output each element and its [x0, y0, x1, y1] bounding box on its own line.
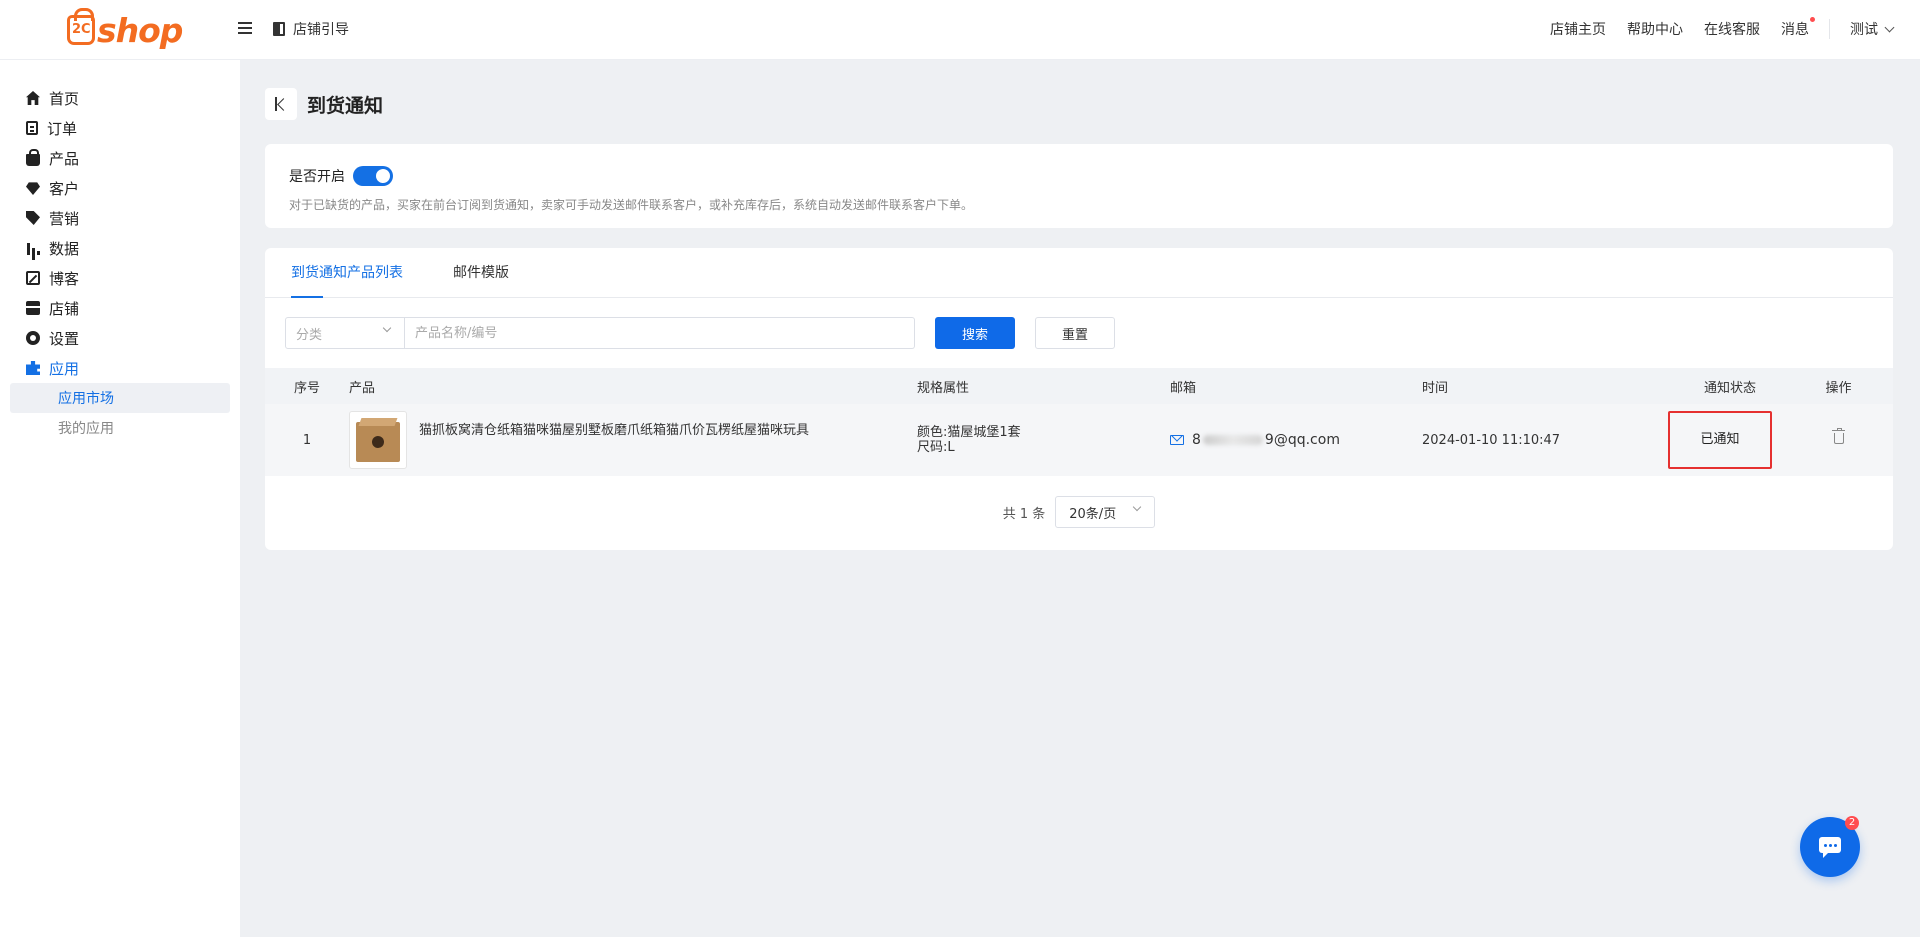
column-header: 通知状态 [1703, 380, 1756, 396]
reset-button[interactable]: 重置 [1035, 317, 1115, 349]
page-size-select[interactable]: 20条/页 [1055, 496, 1156, 528]
sidebar: 首页 订单 产品 客户 营销 数据 博客 店铺 设置 应用 应用市场 我的应用 [0, 60, 240, 937]
online-service-link[interactable]: 在线客服 [1704, 19, 1760, 39]
top-right-nav: 店铺主页 帮助中心 在线客服 消息 测试 [1529, 17, 1895, 39]
category-select[interactable]: 分类 [285, 317, 405, 349]
search-button[interactable]: 搜索 [935, 317, 1015, 349]
store-icon [26, 301, 40, 315]
sidebar-item-blog[interactable]: 博客 [0, 263, 240, 293]
logo-text: shop [97, 10, 183, 50]
logo-bag-icon: 2C [67, 8, 95, 45]
sidebar-item-settings[interactable]: 设置 [0, 323, 240, 353]
action-cell [1786, 427, 1891, 448]
chevron-down-icon [1133, 502, 1142, 512]
sidebar-subitem-my-apps[interactable]: 我的应用 [10, 413, 230, 443]
order-icon [26, 121, 38, 135]
store-home-link[interactable]: 店铺主页 [1550, 19, 1606, 39]
sidebar-item-home[interactable]: 首页 [0, 83, 240, 113]
help-center-link[interactable]: 帮助中心 [1627, 19, 1683, 39]
sidebar-item-marketing[interactable]: 营销 [0, 203, 240, 233]
enable-toggle[interactable] [353, 166, 393, 186]
email-cell: 8 9@qq.com [1170, 432, 1422, 448]
settings-card: 是否开启 对于已缺货的产品，买家在前台订阅到货通知，卖家可手动发送邮件联系客户，… [265, 144, 1893, 228]
tab-product-list[interactable]: 到货通知产品列表 [291, 248, 403, 298]
column-header: 产品 [349, 380, 376, 396]
total-count: 共 1 条 [1002, 506, 1046, 522]
notify-table: 序号 产品 规格属性 邮箱 时间 通知状态 操作 1 猫抓板窝清仓纸箱猫咪猫屋别… [265, 368, 1893, 476]
tag-icon [26, 211, 40, 225]
messages-link[interactable]: 消息 [1781, 17, 1815, 39]
email-suffix: 9@qq.com [1264, 432, 1340, 448]
status-cell: 已通知 [1668, 411, 1786, 469]
tab-bar: 到货通知产品列表 邮件模版 [265, 248, 1893, 298]
spec-cell: 颜色:猫屋城堡1套 尺码:L [917, 425, 1170, 455]
sidebar-item-orders[interactable]: 订单 [0, 113, 240, 143]
user-name: 测试 [1850, 22, 1878, 38]
sidebar-subitem-app-market[interactable]: 应用市场 [10, 383, 230, 413]
column-header: 时间 [1422, 380, 1449, 396]
sidebar-item-customers[interactable]: 客户 [0, 173, 240, 203]
pagination: 共 1 条 20条/页 [265, 496, 1893, 528]
edit-icon [26, 271, 40, 285]
top-bar: 2C shop 店铺引导 店铺主页 帮助中心 在线客服 消息 测试 [0, 0, 1920, 60]
chevron-down-icon [382, 323, 392, 333]
row-number: 1 [302, 432, 312, 448]
spec-size: 尺码:L [917, 440, 955, 455]
menu-toggle-icon[interactable] [238, 21, 254, 35]
mail-icon [1170, 435, 1184, 445]
table-row: 1 猫抓板窝清仓纸箱猫咪猫屋别墅板磨爪纸箱猫爪价瓦楞纸屋猫咪玩具 颜色:猫屋城堡… [265, 404, 1893, 476]
divider [1829, 19, 1830, 39]
unread-badge: 2 [1845, 816, 1859, 830]
product-cell: 猫抓板窝清仓纸箱猫咪猫屋别墅板磨爪纸箱猫爪价瓦楞纸屋猫咪玩具 [349, 411, 917, 469]
redacted-blur [1202, 435, 1263, 445]
list-card: 到货通知产品列表 邮件模版 分类 搜索 重置 序号 产品 规格属性 邮箱 时间 … [265, 248, 1893, 550]
book-icon [273, 22, 285, 36]
chevron-down-icon [1884, 22, 1895, 32]
logo[interactable]: 2C shop [67, 8, 183, 50]
column-header: 操作 [1825, 380, 1852, 396]
chat-button[interactable]: 2 [1800, 816, 1860, 877]
sidebar-item-products[interactable]: 产品 [0, 143, 240, 173]
page-header: 到货通知 [265, 88, 383, 120]
email-prefix: 8 [1192, 432, 1201, 448]
filter-bar: 分类 搜索 重置 [285, 317, 1115, 349]
home-icon [26, 91, 40, 105]
puzzle-icon [26, 361, 40, 375]
time-cell: 2024-01-10 11:10:47 [1422, 432, 1561, 448]
sidebar-item-store[interactable]: 店铺 [0, 293, 240, 323]
column-header: 邮箱 [1170, 380, 1197, 396]
bag-icon [26, 149, 40, 166]
store-guide-link[interactable]: 店铺引导 [273, 19, 349, 39]
description-text: 对于已缺货的产品，买家在前台订阅到货通知，卖家可手动发送邮件联系客户，或补充库存… [289, 198, 974, 212]
product-thumbnail[interactable] [349, 411, 407, 469]
tab-email-template[interactable]: 邮件模版 [453, 248, 509, 297]
user-menu[interactable]: 测试 [1850, 19, 1895, 39]
chat-icon [1819, 837, 1841, 858]
sidebar-item-data[interactable]: 数据 [0, 233, 240, 263]
unread-dot [1810, 17, 1815, 22]
back-icon[interactable] [265, 88, 297, 120]
column-header: 序号 [293, 380, 320, 396]
gem-icon [26, 182, 40, 195]
switch-label: 是否开启 [289, 169, 345, 185]
gear-icon [26, 331, 40, 345]
bar-chart-icon [26, 241, 40, 255]
product-name[interactable]: 猫抓板窝清仓纸箱猫咪猫屋别墅板磨爪纸箱猫爪价瓦楞纸屋猫咪玩具 [419, 419, 809, 438]
search-input[interactable] [405, 317, 915, 349]
status-badge: 已通知 [1668, 411, 1772, 469]
sidebar-item-apps[interactable]: 应用 [0, 353, 240, 383]
column-header: 规格属性 [917, 380, 970, 396]
page-title: 到货通知 [307, 94, 384, 117]
table-header: 序号 产品 规格属性 邮箱 时间 通知状态 操作 [265, 368, 1893, 404]
main-content: 到货通知 是否开启 对于已缺货的产品，买家在前台订阅到货通知，卖家可手动发送邮件… [240, 60, 1920, 937]
spec-color: 颜色:猫屋城堡1套 [917, 425, 1021, 440]
delete-icon[interactable] [1831, 427, 1845, 444]
